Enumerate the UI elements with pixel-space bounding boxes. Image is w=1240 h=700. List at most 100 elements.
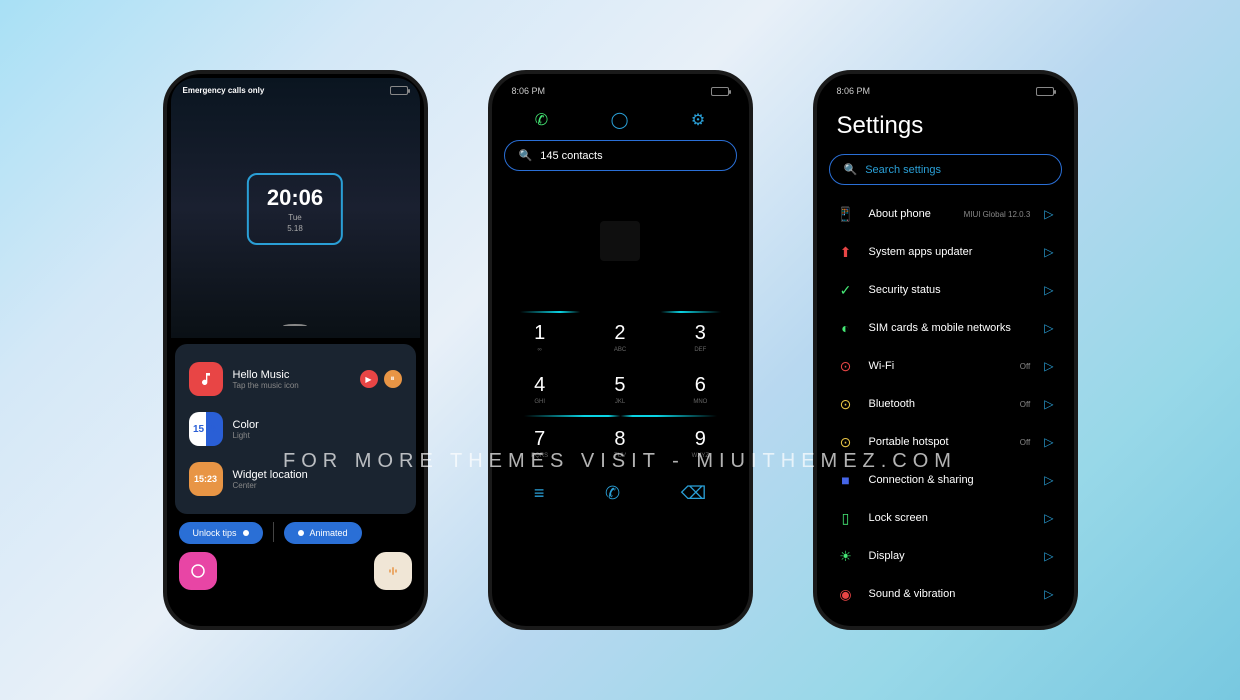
swipe-indicator[interactable] [283, 324, 307, 328]
settings-item-icon: ⬆ [837, 243, 855, 261]
settings-item-icon: ◉ [837, 585, 855, 603]
settings-item-label: Bluetooth [869, 398, 1006, 410]
settings-item-label: Wi-Fi [869, 360, 1006, 372]
widget-title: Widget location [233, 469, 308, 481]
settings-row-9[interactable]: ☀ Display ▷ [829, 537, 1062, 575]
settings-row-10[interactable]: ◉ Sound & vibration ▷ [829, 575, 1062, 613]
settings-row-4[interactable]: ⊙ Wi-Fi Off ▷ [829, 347, 1062, 385]
chevron-icon: ▷ [1044, 207, 1053, 221]
settings-tab-icon[interactable]: ⚙ [691, 110, 705, 130]
search-icon: 🔍 [844, 163, 858, 176]
search-placeholder: Search settings [865, 164, 941, 176]
settings-row-6[interactable]: ⊙Portable hotspotOff▷ [829, 423, 1062, 461]
settings-panel: Hello Music Tap the music icon ▶ ⏸ 15 25… [175, 344, 416, 514]
unlock-tips-chip[interactable]: Unlock tips [179, 522, 263, 544]
menu-icon[interactable]: ≡ [534, 483, 545, 504]
settings-row-3[interactable]: ◐ SIM cards & mobile networks ▷ [829, 309, 1062, 347]
color-icon: 15 25 [189, 412, 223, 446]
folder-icon [600, 221, 640, 261]
contact-search[interactable]: 🔍 145 contacts [504, 140, 737, 171]
phone-lockscreen: Emergency calls only 20:06 Tue 5.18 Hell… [163, 70, 428, 630]
widget-row[interactable]: 15:23 Widget location Center [185, 454, 406, 504]
chevron-icon: ▷ [1044, 359, 1053, 373]
dock-app-2[interactable] [374, 552, 412, 590]
contacts-tab-icon[interactable]: ◯ [611, 110, 629, 130]
search-icon: 🔍 [519, 149, 533, 162]
dock-app-1[interactable] [179, 552, 217, 590]
settings-item-icon: 📱 [837, 205, 855, 223]
unlock-tips-label: Unlock tips [193, 528, 237, 538]
battery-icon [390, 86, 408, 95]
next-icon[interactable]: ⏸ [384, 370, 402, 388]
dial-key-2[interactable]: 2ABC [580, 311, 660, 363]
widget-sub: Center [233, 481, 308, 490]
settings-row-5[interactable]: ⊙BluetoothOff▷ [829, 385, 1062, 423]
phone-dialer: 8:06 PM ✆ ◯ ⚙ 🔍 145 contacts 1∞2ABC3DEF 4… [488, 70, 753, 630]
chevron-icon: ▷ [1044, 283, 1053, 297]
tab-bar: ✆ ◯ ⚙ [504, 100, 737, 140]
settings-row-0[interactable]: 📱About phoneMIUI Global 12.0.3▷ [829, 195, 1062, 233]
phone-tab-icon[interactable]: ✆ [535, 110, 548, 130]
settings-item-icon: ☀ [837, 547, 855, 565]
status-icons [390, 86, 408, 95]
dial-key-7[interactable]: 7PQRS [500, 417, 580, 469]
settings-item-icon: ⊙ [837, 395, 855, 413]
settings-item-meta: Off [1020, 400, 1031, 409]
lockscreen-wallpaper: Emergency calls only 20:06 Tue 5.18 [171, 78, 420, 338]
chip-row: Unlock tips Animated [179, 522, 412, 544]
dial-key-1[interactable]: 1∞ [500, 311, 580, 363]
music-title: Hello Music [233, 369, 299, 381]
dial-key-6[interactable]: 6MNO [660, 363, 740, 415]
settings-row-2[interactable]: ✓Security status▷ [829, 271, 1062, 309]
backspace-icon[interactable]: ⌫ [681, 483, 706, 504]
dial-key-8[interactable]: 8TUV [580, 417, 660, 469]
settings-item-icon: ■ [837, 471, 855, 489]
animated-label: Animated [310, 528, 348, 538]
animated-chip[interactable]: Animated [284, 522, 362, 544]
widget-icon: 15:23 [189, 462, 223, 496]
settings-row-8[interactable]: ▯ Lock screen ▷ [829, 499, 1062, 537]
call-icon[interactable]: ✆ [605, 483, 620, 504]
settings-row-1[interactable]: ⬆System apps updater▷ [829, 233, 1062, 271]
settings-item-meta: Off [1020, 362, 1031, 371]
chevron-icon: ▷ [1044, 549, 1053, 563]
chevron-icon: ▷ [1044, 435, 1053, 449]
settings-row-7[interactable]: ■Connection & sharing▷ [829, 461, 1062, 499]
dialpad: 1∞2ABC3DEF 4GHI5JKL6MNO 7PQRS8TUV9WXYZ [500, 311, 741, 469]
settings-item-icon: ⊙ [837, 357, 855, 375]
empty-state [504, 171, 737, 311]
divider [273, 522, 274, 542]
settings-item-label: Lock screen [869, 512, 1031, 524]
dial-key-9[interactable]: 9WXYZ [660, 417, 740, 469]
settings-item-icon: ◐ [837, 319, 855, 337]
status-bar: 8:06 PM [504, 82, 737, 100]
music-icon [189, 362, 223, 396]
settings-item-icon: ▯ [837, 509, 855, 527]
clock-day: Tue [267, 213, 323, 222]
battery-icon [711, 87, 729, 96]
dot-icon [298, 530, 304, 536]
settings-item-label: Display [869, 550, 1031, 562]
settings-list: 📱About phoneMIUI Global 12.0.3▷⬆System a… [829, 195, 1062, 613]
clock-widget[interactable]: 20:06 Tue 5.18 [247, 173, 343, 245]
dial-key-5[interactable]: 5JKL [580, 363, 660, 415]
settings-item-label: Sound & vibration [869, 588, 1031, 600]
settings-search[interactable]: 🔍 Search settings [829, 154, 1062, 185]
music-controls: ▶ ⏸ [360, 370, 402, 388]
settings-item-label: System apps updater [869, 246, 1031, 258]
status-time: 8:06 PM [512, 86, 546, 96]
chevron-icon: ▷ [1044, 587, 1053, 601]
status-time: 8:06 PM [837, 86, 871, 96]
settings-item-label: About phone [869, 208, 950, 220]
color-row[interactable]: 15 25 Color Light [185, 404, 406, 454]
emergency-text: Emergency calls only [183, 86, 265, 95]
dial-key-3[interactable]: 3DEF [660, 311, 740, 363]
music-row[interactable]: Hello Music Tap the music icon ▶ ⏸ [185, 354, 406, 404]
dial-key-4[interactable]: 4GHI [500, 363, 580, 415]
settings-item-label: SIM cards & mobile networks [869, 322, 1031, 334]
settings-item-label: Portable hotspot [869, 436, 1006, 448]
chevron-icon: ▷ [1044, 511, 1053, 525]
chevron-icon: ▷ [1044, 321, 1053, 335]
settings-item-icon: ✓ [837, 281, 855, 299]
play-icon[interactable]: ▶ [360, 370, 378, 388]
